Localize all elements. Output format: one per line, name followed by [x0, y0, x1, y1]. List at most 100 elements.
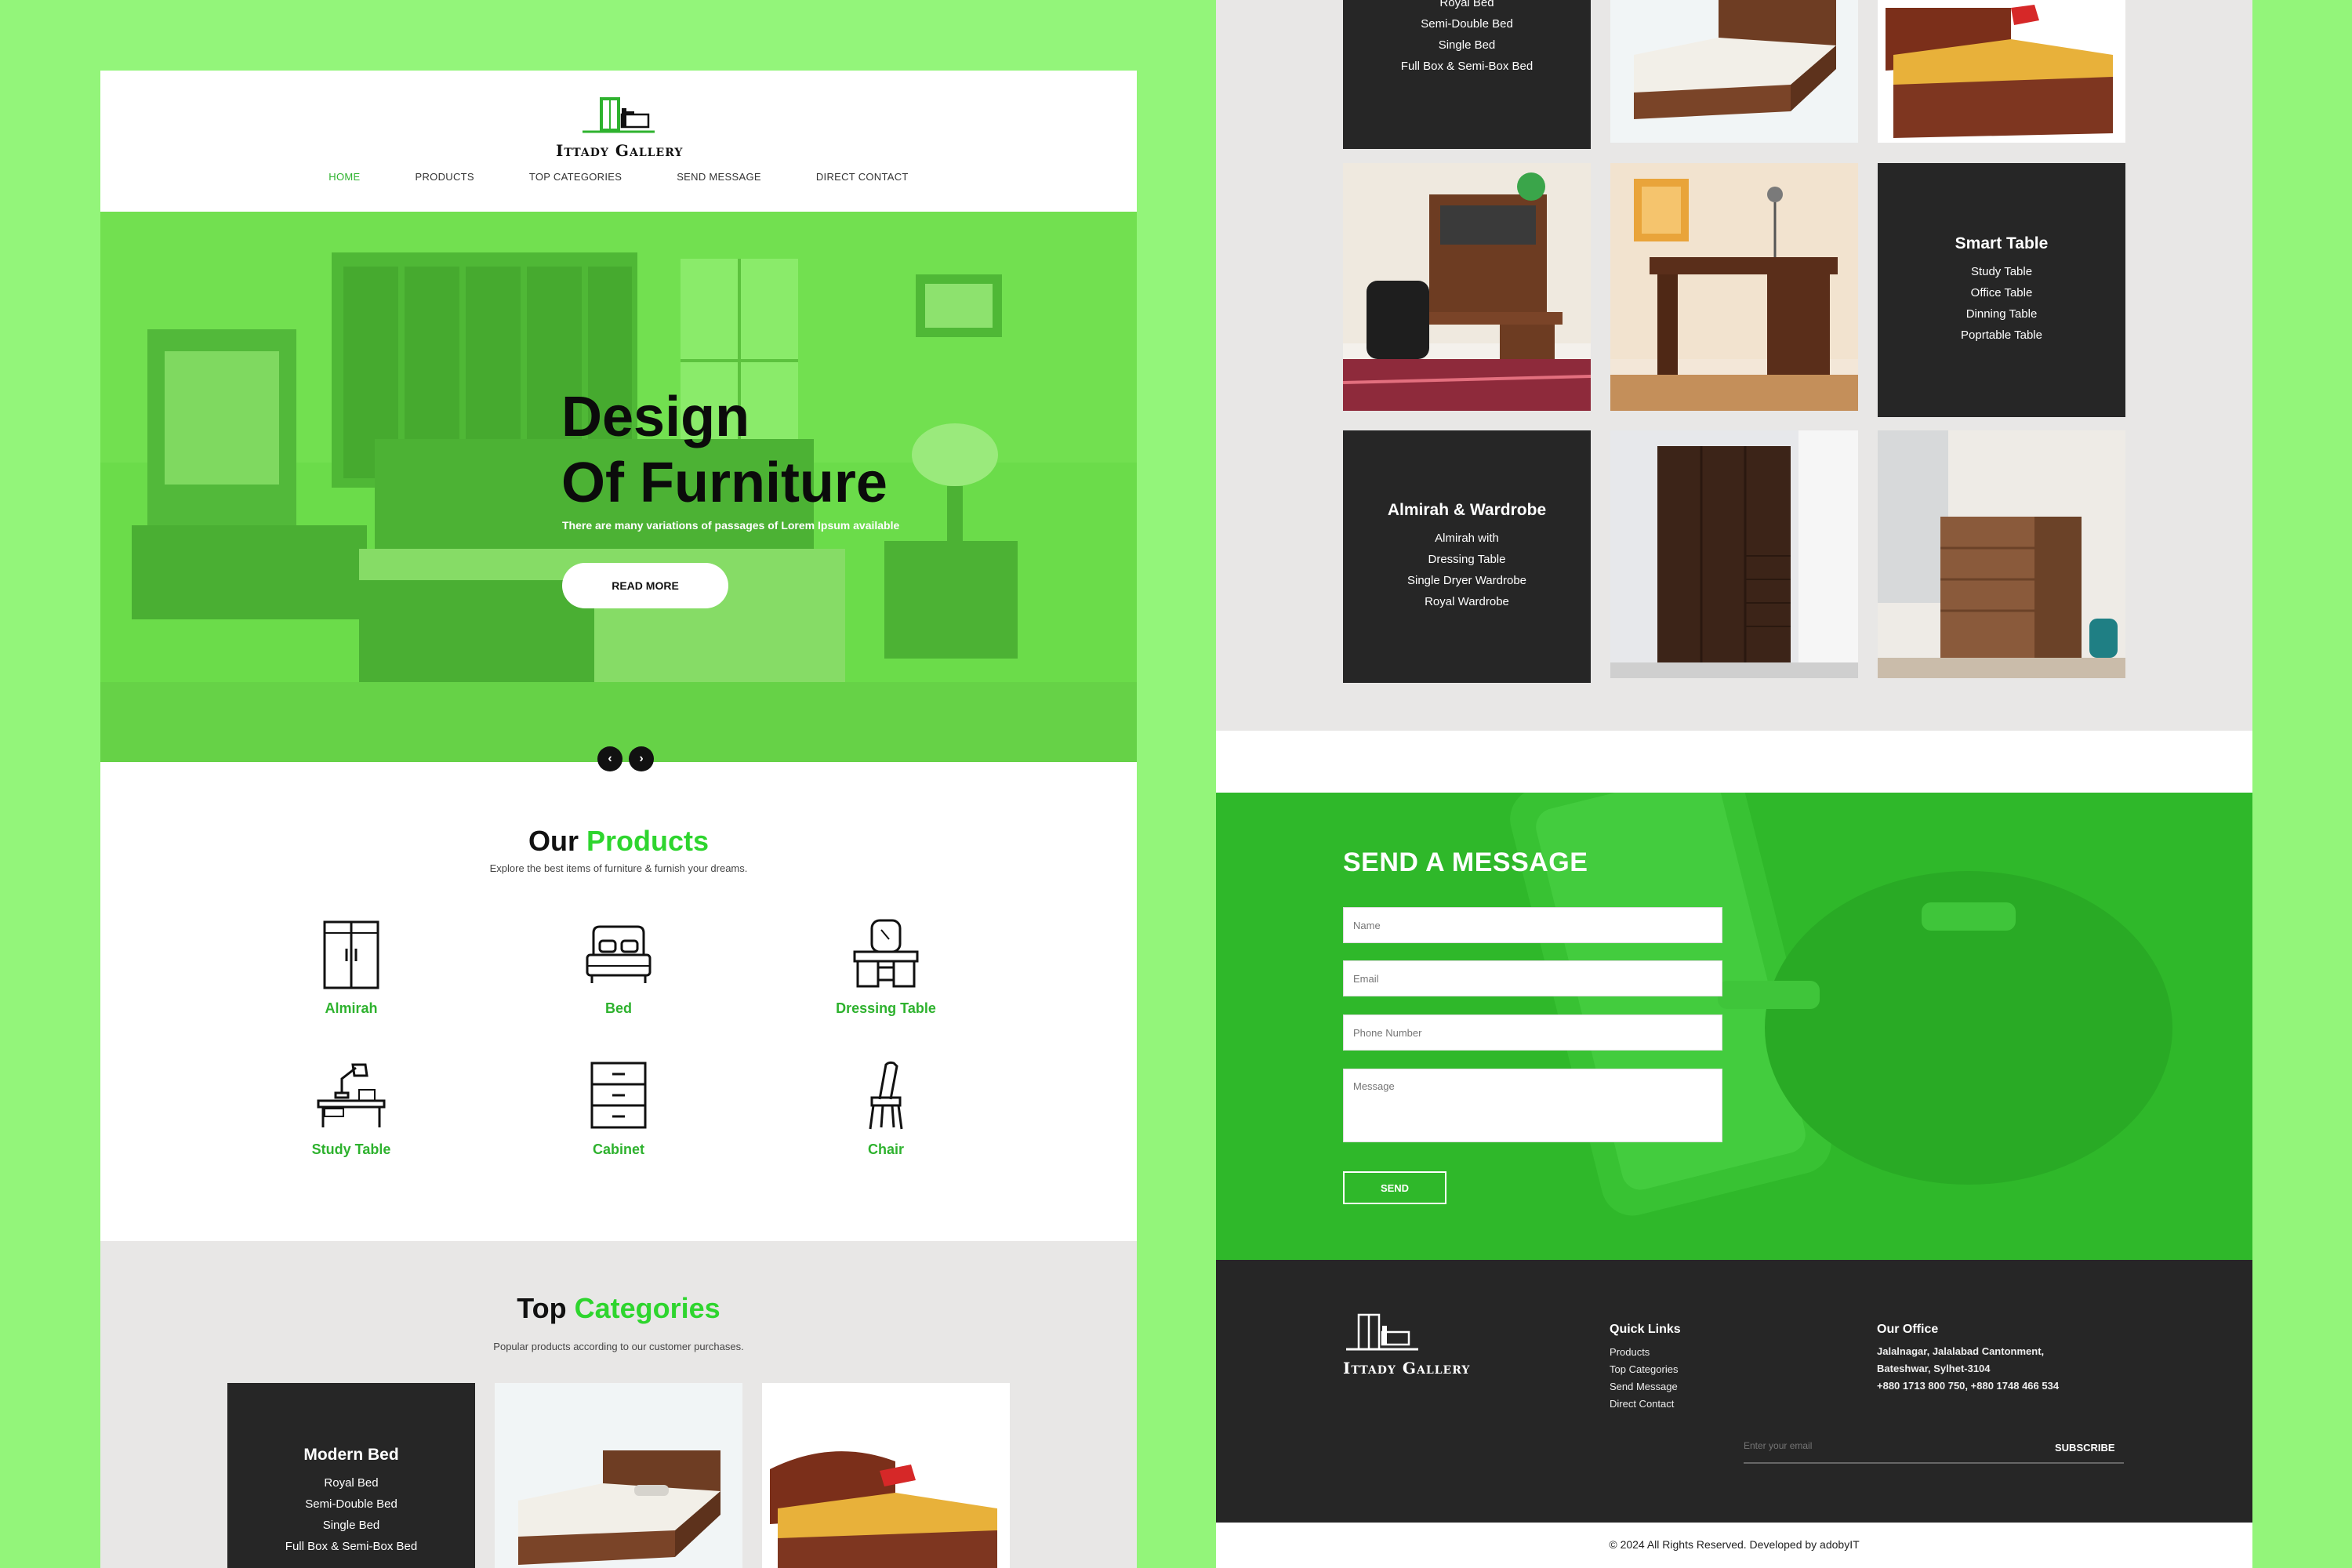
hero-title-line-1: Design	[561, 386, 750, 448]
study-desk-photo	[1343, 163, 1591, 411]
hero-title: Design Of Furniture	[561, 384, 887, 516]
subscribe-button[interactable]: SUBSCRIBE	[2055, 1442, 2115, 1454]
category-item: Semi-Double Bed	[1421, 17, 1513, 31]
office-title: Our Office	[1877, 1323, 1939, 1336]
product-study-table[interactable]: Study Table	[273, 1058, 430, 1158]
email-field[interactable]	[1343, 960, 1722, 996]
send-button[interactable]: SEND	[1343, 1171, 1446, 1204]
category-item: Royal Wardrobe	[1425, 595, 1509, 608]
main-nav: HOME PRODUCTS TOP CATEGORIES SEND MESSAG…	[100, 171, 1137, 183]
footer-link-direct-contact[interactable]: Direct Contact	[1610, 1398, 1674, 1410]
office-phones: +880 1713 800 750, +880 1748 466 534	[1877, 1380, 2060, 1392]
nav-products[interactable]: PRODUCTS	[416, 171, 474, 183]
footer-link-top-categories[interactable]: Top Categories	[1610, 1363, 1678, 1375]
category-item: Study Table	[1970, 265, 2033, 278]
category-item: Poprtable Table	[1961, 328, 2042, 342]
dressing-table-icon	[853, 919, 919, 988]
products-heading-highlight: Products	[586, 825, 710, 857]
bed-image-2[interactable]	[762, 1383, 1010, 1568]
category-item: Dinning Table	[1965, 307, 2038, 321]
footer-link-products[interactable]: Products	[1610, 1346, 1650, 1358]
category-almirah-wardrobe[interactable]: Almirah & Wardrobe Almirah with Dressing…	[1343, 430, 1591, 683]
cabinet-icon	[590, 1062, 647, 1129]
product-label: Chair	[867, 1142, 904, 1157]
categories-heading-plain: Top	[517, 1292, 567, 1324]
name-field[interactable]	[1343, 907, 1722, 943]
homepage-top-panel: Ittady Gallery HOME PRODUCTS TOP CATEGOR…	[100, 71, 1137, 1568]
office-desk-photo	[1610, 163, 1858, 411]
brand-name: Ittady Gallery	[1343, 1359, 1471, 1377]
bed-image-1-continued[interactable]	[1610, 0, 1858, 143]
category-item: Almirah with	[1435, 532, 1499, 545]
phone-field[interactable]	[1343, 1014, 1722, 1051]
office-desk-image[interactable]	[1610, 163, 1858, 411]
footer-link-send-message[interactable]: Send Message	[1610, 1381, 1678, 1392]
logo-icon	[1346, 1313, 1418, 1351]
study-desk-image[interactable]	[1343, 163, 1591, 411]
categories-heading: Top Categories	[100, 1292, 1137, 1325]
category-title: Smart Table	[1955, 234, 2049, 252]
send-message-section: SEND A MESSAGE SEND	[1216, 793, 2252, 1260]
nav-send-message[interactable]: SEND MESSAGE	[677, 171, 761, 183]
product-dressing-table[interactable]: Dressing Table	[808, 917, 964, 1017]
category-item: Full Box & Semi-Box Bed	[1400, 60, 1534, 73]
products-subtitle: Explore the best items of furniture & fu…	[489, 862, 748, 874]
categories-subtitle: Popular products according to our custom…	[493, 1341, 744, 1352]
chevron-left-icon[interactable]: ‹	[597, 746, 622, 771]
brand-logo[interactable]: Ittady Gallery	[556, 94, 683, 160]
category-item: Royal Bed	[1439, 0, 1494, 9]
nav-direct-contact[interactable]: DIRECT CONTACT	[816, 171, 909, 183]
chair-icon	[869, 1061, 903, 1130]
category-item: Single Bed	[1438, 38, 1496, 52]
hero-banner: Design Of Furniture There are many varia…	[100, 212, 1137, 762]
footer: Ittady Gallery Quick Links Products Top …	[1216, 1260, 2252, 1523]
product-label: Bed	[604, 1000, 632, 1016]
message-field[interactable]	[1343, 1069, 1722, 1142]
almirah-icon	[323, 920, 379, 989]
category-item: Semi-Double Bed	[305, 1497, 397, 1511]
product-cabinet[interactable]: Cabinet	[540, 1058, 697, 1158]
category-item: Dressing Table	[1428, 553, 1506, 566]
nav-home[interactable]: HOME	[328, 171, 360, 183]
product-label: Dressing Table	[836, 1000, 936, 1016]
bed-icon	[586, 925, 652, 983]
product-label: Cabinet	[592, 1142, 644, 1157]
category-item: Single Dryer Wardrobe	[1407, 574, 1526, 587]
homepage-bottom-panel: Royal Bed Semi-Double Bed Single Bed Ful…	[1216, 0, 2252, 1568]
subscribe-underline	[1744, 1462, 2124, 1464]
study-table-icon	[317, 1063, 386, 1127]
bed-image-1[interactable]	[495, 1383, 742, 1568]
chevron-right-icon[interactable]: ›	[629, 746, 654, 771]
category-smart-table[interactable]: Smart Table Study Table Office Table Din…	[1878, 163, 2125, 417]
subscribe-email-input[interactable]	[1744, 1440, 1971, 1451]
nav-top-categories[interactable]: TOP CATEGORIES	[529, 171, 622, 183]
product-label: Study Table	[311, 1142, 391, 1157]
hero-title-line-2: Of Furniture	[561, 452, 887, 514]
logo-icon	[583, 97, 655, 133]
read-more-button[interactable]: READ MORE	[562, 563, 728, 608]
product-almirah[interactable]: Almirah	[273, 917, 430, 1017]
products-heading: Our Products	[100, 825, 1137, 858]
product-chair[interactable]: Chair	[808, 1058, 964, 1158]
wooden-bed-photo	[518, 1450, 720, 1565]
office-address-line-2: Bateshwar, Sylhet-3104	[1877, 1363, 1991, 1374]
quick-links-title: Quick Links	[1610, 1323, 1681, 1336]
send-message-title: SEND A MESSAGE	[1343, 848, 1588, 877]
bed-image-2-continued[interactable]	[1878, 0, 2125, 143]
wardrobe-image[interactable]	[1610, 430, 1858, 678]
hero-subtitle: There are many variations of passages of…	[562, 519, 900, 532]
category-modern-bed[interactable]: Modern Bed Royal Bed Semi-Double Bed Sin…	[227, 1383, 475, 1568]
categories-heading-highlight: Categories	[574, 1292, 720, 1324]
category-item: Single Bed	[322, 1519, 380, 1532]
brand-name: Ittady Gallery	[556, 141, 684, 160]
products-heading-plain: Our	[528, 825, 579, 857]
copyright-text: © 2024 All Rights Reserved. Developed by…	[1609, 1538, 1860, 1551]
product-bed[interactable]: Bed	[540, 917, 697, 1017]
dresser-image[interactable]	[1878, 430, 2125, 678]
footer-logo[interactable]: Ittady Gallery	[1343, 1312, 1470, 1377]
office-address-line-1: Jalalnagar, Jalalabad Cantonment,	[1877, 1345, 2045, 1357]
category-modern-bed-continued[interactable]: Royal Bed Semi-Double Bed Single Bed Ful…	[1343, 0, 1591, 149]
category-title: Almirah & Wardrobe	[1387, 501, 1547, 519]
category-item: Office Table	[1970, 286, 2033, 299]
dresser-photo	[1878, 430, 2125, 678]
